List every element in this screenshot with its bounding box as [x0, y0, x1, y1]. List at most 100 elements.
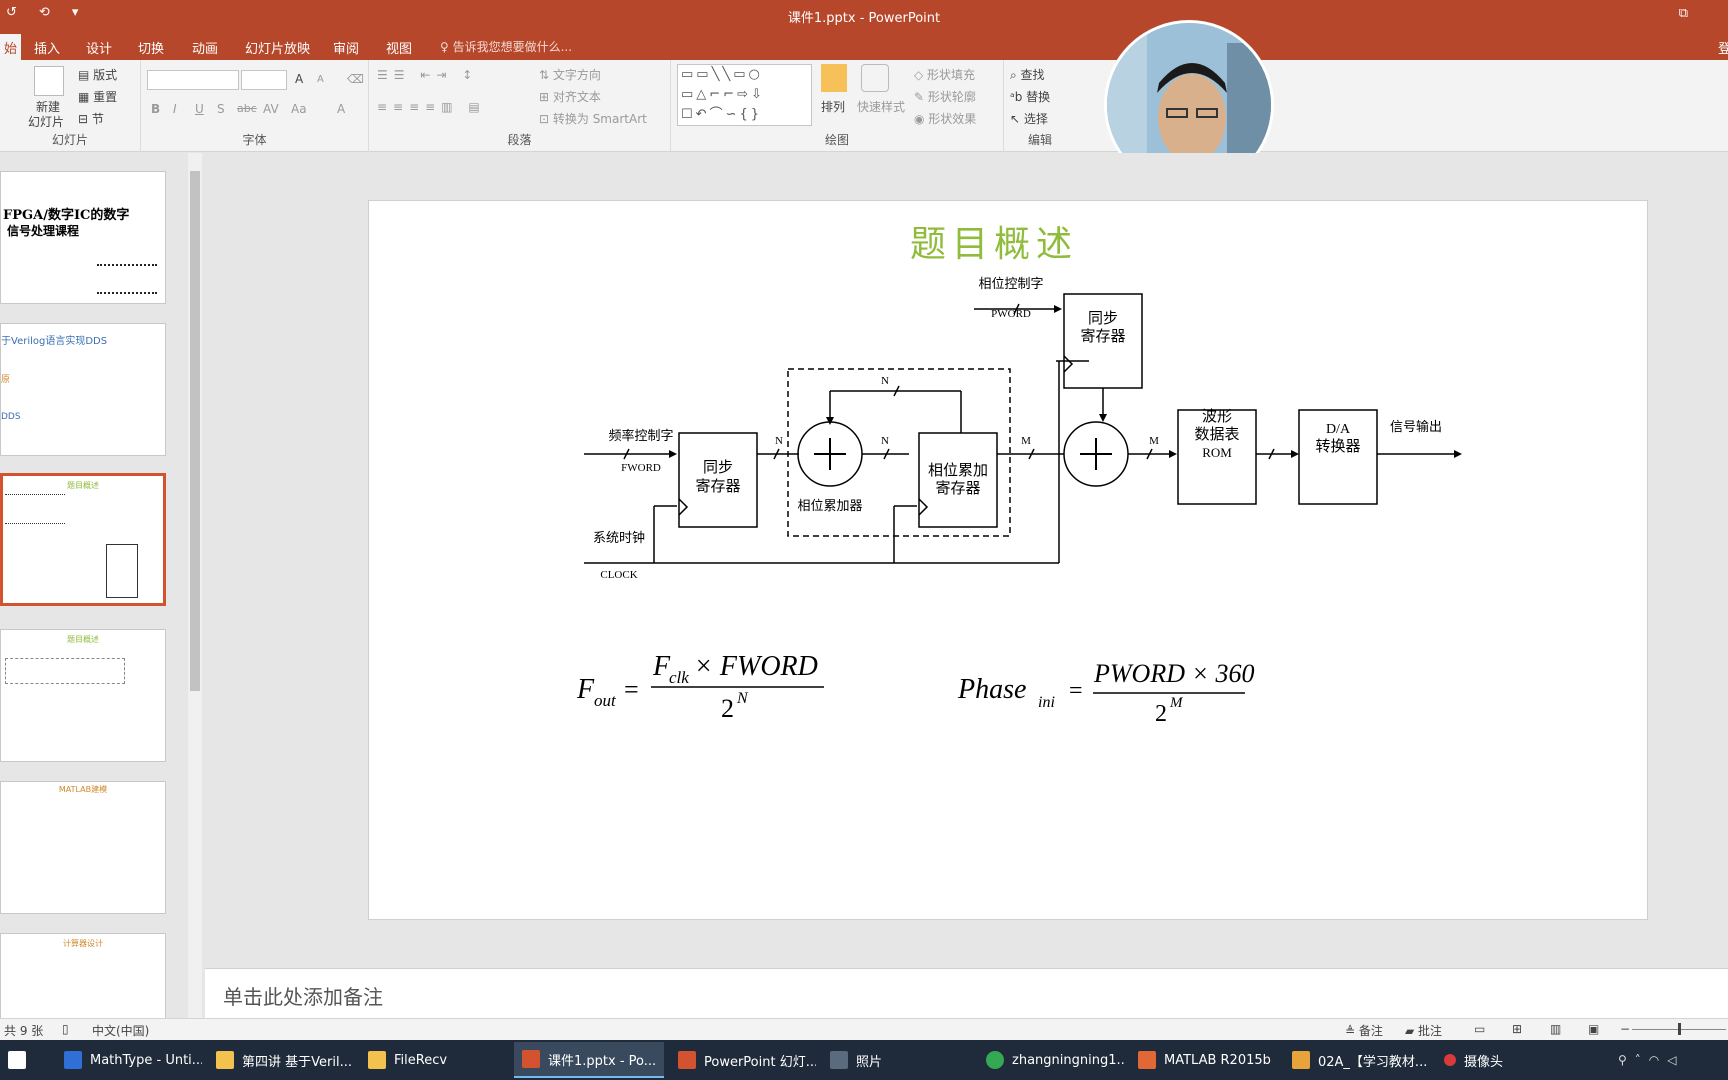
cursor-icon: ↖ — [1010, 112, 1024, 126]
group-label-slides: 幻灯片 — [51, 133, 88, 147]
shape-effects-button[interactable]: ◉ 形状效果 — [914, 110, 976, 127]
thumbnail-scroll-thumb[interactable] — [190, 171, 200, 691]
taskbar-item-powerpoint-doc[interactable]: 课件1.pptx - Po... — [514, 1042, 664, 1078]
notes-toggle[interactable]: ≜ 备注 — [1345, 1022, 1383, 1039]
language-indicator[interactable]: 中文(中国) — [92, 1022, 149, 1039]
ribbon-display-icon[interactable]: ⧉ — [1679, 6, 1688, 21]
slide-thumbnail-6[interactable]: 计算器设计 — [0, 933, 166, 1021]
taskbar-item-filerecv[interactable]: FileRecv — [360, 1042, 506, 1078]
list-buttons-icon[interactable]: ☰☰ ⇤⇥ ↕ — [377, 68, 478, 82]
taskbar-item-camera[interactable]: 摄像头 — [1436, 1042, 1582, 1078]
rom-line1: 波形 — [1202, 408, 1232, 425]
new-slide-icon[interactable] — [34, 66, 64, 96]
volume-icon: ◁ — [1667, 1053, 1677, 1067]
shrink-font-button[interactable]: A — [317, 74, 324, 85]
font-color-button[interactable]: A — [337, 102, 345, 116]
spellcheck-icon[interactable]: ▯ — [62, 1022, 69, 1036]
normal-view-icon[interactable]: ▭ — [1474, 1022, 1485, 1036]
tab-insert[interactable]: 插入 — [34, 38, 60, 57]
rom-line2: 数据表 — [1194, 426, 1239, 443]
people-icon: ⚲ — [1618, 1053, 1627, 1067]
slideshow-icon[interactable]: ▣ — [1588, 1022, 1599, 1036]
font-size-field[interactable] — [241, 70, 287, 90]
account-menu[interactable]: 登 — [1718, 38, 1728, 57]
taskbar-item-mathtype[interactable]: MathType - Unti... — [56, 1042, 202, 1078]
font-name-field[interactable] — [147, 70, 239, 90]
taskbar-item-matlab[interactable]: MATLAB R2015b — [1130, 1042, 1276, 1078]
slide-thumbnail-5[interactable]: MATLAB建模 — [0, 781, 166, 914]
select-button[interactable]: ↖ 选择 — [1010, 110, 1048, 127]
photos-icon — [830, 1051, 848, 1069]
section-button[interactable]: ⊟ 节 — [78, 110, 104, 127]
slide-thumbnail-4[interactable]: 题目概述 — [0, 629, 166, 762]
underline-button[interactable]: U — [195, 102, 204, 116]
acc-reg-line2: 寄存器 — [935, 479, 980, 497]
store-icon[interactable] — [0, 1042, 50, 1078]
tell-me-search[interactable]: ♀ 告诉我您想要做什么... — [440, 38, 572, 55]
zoom-out-icon[interactable]: − — [1620, 1022, 1630, 1036]
replace-button[interactable]: ᵃb 替换 — [1010, 88, 1050, 105]
thumb-3-diagram — [106, 544, 138, 598]
arrange-icon[interactable] — [821, 64, 847, 92]
reset-button[interactable]: ▦ 重置 — [78, 88, 117, 105]
italic-button[interactable]: I — [173, 102, 177, 116]
tab-home[interactable]: 始 — [0, 34, 22, 60]
shapes-gallery[interactable]: ▭▭╲╲▭○ ▭△⌐⌐⇨⇩ ☐↶⌒∽{} — [677, 64, 812, 126]
thumb-1-title: FPGA/数字IC的数字 — [3, 208, 130, 223]
current-slide[interactable]: 题目概述 频率控制字 FWORD 系统时钟 CLOCK 同步 寄存器 N N N… — [368, 200, 1648, 920]
slide-thumbnail-panel: FPGA/数字IC的数字 信号处理课程 于Verilog语言实现DDS 原 DD… — [0, 153, 205, 1021]
tab-design[interactable]: 设计 — [86, 38, 112, 57]
quick-styles-button[interactable]: 快速样式 — [857, 98, 905, 115]
new-slide-dropdown[interactable]: 幻灯片 — [28, 113, 64, 130]
tab-review[interactable]: 审阅 — [333, 38, 359, 57]
thumb-2-line2: 原 — [1, 375, 11, 385]
text-direction-icon: ⇅ — [539, 68, 553, 82]
status-bar: 共 9 张 ▯ 中文(中国) ≜ 备注 ▰ 批注 ▭ ⊞ ▥ ▣ − — [0, 1018, 1728, 1040]
char-spacing-button[interactable]: AV — [263, 102, 279, 116]
system-tray[interactable]: ⚲ ˄ ◠ ◁ — [1610, 1042, 1728, 1078]
shadow-button[interactable]: S — [217, 102, 225, 116]
shape-outline-button[interactable]: ✎ 形状轮廓 — [914, 88, 976, 105]
shape-fill-button[interactable]: ◇ 形状填充 — [914, 66, 975, 83]
convert-smartart-button[interactable]: ⊡ 转换为 SmartArt — [539, 110, 647, 127]
bold-button[interactable]: B — [151, 102, 160, 116]
reading-view-icon[interactable]: ▥ — [1550, 1022, 1561, 1036]
rom-line3: ROM — [1202, 445, 1232, 460]
align-text-button[interactable]: ⊞ 对齐文本 — [539, 88, 601, 105]
taskbar-item-chrome[interactable]: zhangningning1... — [978, 1042, 1124, 1078]
slide-thumbnail-1[interactable]: FPGA/数字IC的数字 信号处理课程 — [0, 171, 166, 304]
sync-reg1-line1: 同步 — [703, 459, 733, 476]
layout-button[interactable]: ▤ 版式 — [78, 66, 117, 83]
formula2-equals: = — [1069, 678, 1083, 704]
comments-toggle[interactable]: ▰ 批注 — [1405, 1022, 1442, 1039]
grow-font-button[interactable]: A — [295, 72, 303, 86]
tab-slideshow[interactable]: 幻灯片放映 — [245, 38, 310, 57]
group-editing: ⌕ 查找 ᵃb 替换 ↖ 选择 编辑 — [1004, 60, 1076, 152]
formula-phase: Phase ini = PWORD × 360 2 M — [957, 659, 1255, 727]
group-label-paragraph: 段落 — [507, 133, 532, 147]
taskbar-item-folder-lecture[interactable]: 第四讲 基于Veril... — [208, 1042, 354, 1078]
formula1-den-exp: N — [736, 690, 749, 707]
clear-format-icon[interactable]: ⌫ — [347, 72, 364, 86]
quick-styles-icon[interactable] — [861, 64, 889, 92]
tab-view[interactable]: 视图 — [386, 38, 412, 57]
taskbar-item-powerpoint-show[interactable]: PowerPoint 幻灯... — [670, 1042, 816, 1078]
tab-animations[interactable]: 动画 — [192, 38, 218, 57]
find-button[interactable]: ⌕ 查找 — [1010, 66, 1045, 83]
taskbar-item-photos[interactable]: 照片 — [822, 1042, 968, 1078]
slide-thumbnail-3[interactable]: 题目概述 — [0, 473, 166, 606]
arrange-button[interactable]: 排列 — [821, 98, 845, 115]
taskbar-item-pdf[interactable]: 02A_【学习教材... — [1284, 1042, 1430, 1078]
strikethrough-button[interactable]: abc — [237, 102, 257, 115]
notes-pane[interactable]: 单击此处添加备注 — [205, 968, 1728, 1018]
text-direction-button[interactable]: ⇅ 文字方向 — [539, 66, 601, 83]
align-buttons-icon[interactable]: ≡≡≡≡▥ ▤ — [377, 100, 486, 114]
slide-sorter-icon[interactable]: ⊞ — [1512, 1022, 1522, 1036]
slide-thumbnail-2[interactable]: 于Verilog语言实现DDS 原 DDS — [0, 323, 166, 456]
search-icon: ⌕ — [1010, 68, 1021, 82]
tab-transitions[interactable]: 切换 — [138, 38, 164, 57]
phase-accumulator-register[interactable] — [918, 432, 998, 528]
zoom-slider-thumb[interactable] — [1678, 1023, 1681, 1035]
change-case-button[interactable]: Aa — [291, 102, 307, 116]
thumbnail-scrollbar[interactable] — [188, 153, 202, 1021]
